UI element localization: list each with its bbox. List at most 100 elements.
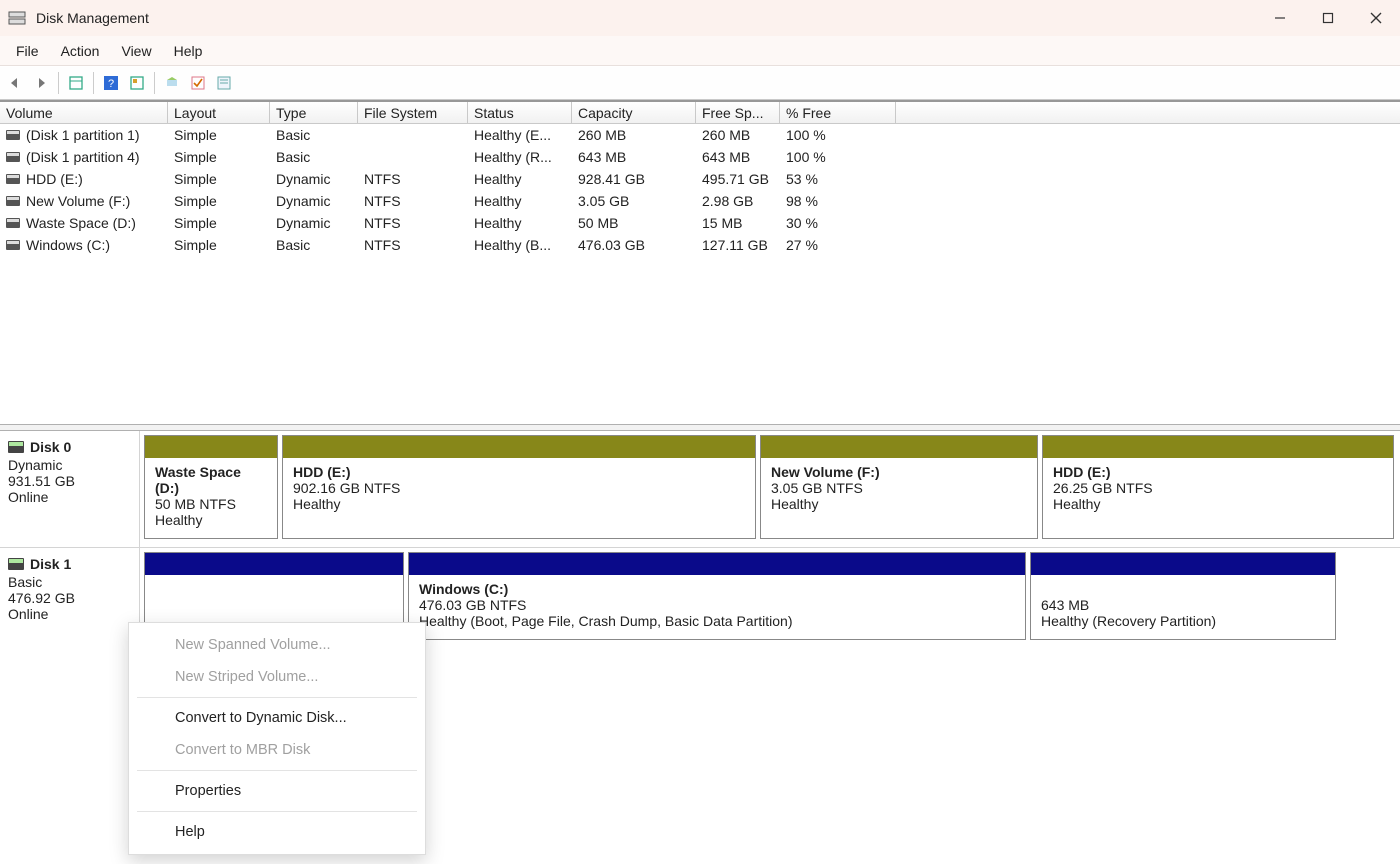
cell-capacity: 643 MB bbox=[572, 149, 696, 165]
partition-color-bar bbox=[283, 436, 755, 458]
partition-name: New Volume (F:) bbox=[771, 464, 1027, 480]
show-hide-tree-button[interactable] bbox=[65, 72, 87, 94]
cell-layout: Simple bbox=[168, 149, 270, 165]
ctx-help[interactable]: Help bbox=[129, 816, 425, 848]
context-menu: New Spanned Volume... New Striped Volume… bbox=[128, 622, 426, 855]
svg-text:?: ? bbox=[108, 78, 114, 90]
col-type[interactable]: Type bbox=[270, 102, 358, 123]
ctx-separator bbox=[137, 770, 417, 771]
partition-status: Healthy (Boot, Page File, Crash Dump, Ba… bbox=[419, 613, 1015, 629]
cell-type: Dynamic bbox=[270, 171, 358, 187]
volume-row[interactable]: Waste Space (D:)SimpleDynamicNTFSHealthy… bbox=[0, 212, 1400, 234]
partition-color-bar bbox=[145, 436, 277, 458]
disk-name: Disk 1 bbox=[30, 556, 71, 572]
partition-size: 26.25 GB NTFS bbox=[1053, 480, 1383, 496]
cell-status: Healthy (E... bbox=[468, 127, 572, 143]
refresh-toolbar-button[interactable] bbox=[161, 72, 183, 94]
partition-size: 476.03 GB NTFS bbox=[419, 597, 1015, 613]
cell-capacity: 476.03 GB bbox=[572, 237, 696, 253]
cell-type: Dynamic bbox=[270, 193, 358, 209]
settings-toolbar-button[interactable] bbox=[126, 72, 148, 94]
disk-type: Basic bbox=[8, 574, 133, 590]
ctx-new-striped: New Striped Volume... bbox=[129, 661, 425, 693]
forward-button[interactable] bbox=[30, 72, 52, 94]
close-button[interactable] bbox=[1352, 0, 1400, 36]
col-pctfree[interactable]: % Free bbox=[780, 102, 896, 123]
disk-info[interactable]: Disk 1Basic476.92 GBOnline bbox=[0, 548, 140, 648]
partition-name: HDD (E:) bbox=[293, 464, 745, 480]
menu-view[interactable]: View bbox=[111, 39, 161, 63]
ctx-properties[interactable]: Properties bbox=[129, 775, 425, 807]
cell-free: 643 MB bbox=[696, 149, 780, 165]
col-layout[interactable]: Layout bbox=[168, 102, 270, 123]
cell-status: Healthy (B... bbox=[468, 237, 572, 253]
cell-status: Healthy (R... bbox=[468, 149, 572, 165]
partition[interactable]: Windows (C:)476.03 GB NTFSHealthy (Boot,… bbox=[408, 552, 1026, 640]
partition-status: Healthy bbox=[1053, 496, 1383, 512]
volume-name: HDD (E:) bbox=[26, 171, 83, 187]
volume-icon bbox=[6, 240, 20, 250]
col-freespace[interactable]: Free Sp... bbox=[696, 102, 780, 123]
partition-name: Windows (C:) bbox=[419, 581, 1015, 597]
col-capacity[interactable]: Capacity bbox=[572, 102, 696, 123]
rescan-toolbar-button[interactable] bbox=[187, 72, 209, 94]
cell-fs: NTFS bbox=[358, 215, 468, 231]
cell-layout: Simple bbox=[168, 237, 270, 253]
menu-file[interactable]: File bbox=[6, 39, 49, 63]
titlebar: Disk Management bbox=[0, 0, 1400, 36]
partition-status: Healthy bbox=[293, 496, 745, 512]
partition-container: Waste Space (D:)50 MB NTFSHealthyHDD (E:… bbox=[140, 431, 1400, 547]
properties-toolbar-button[interactable] bbox=[213, 72, 235, 94]
volume-icon bbox=[6, 130, 20, 140]
maximize-button[interactable] bbox=[1304, 0, 1352, 36]
minimize-button[interactable] bbox=[1256, 0, 1304, 36]
partition[interactable]: New Volume (F:)3.05 GB NTFSHealthy bbox=[760, 435, 1038, 539]
volume-name: Waste Space (D:) bbox=[26, 215, 136, 231]
cell-pctfree: 53 % bbox=[780, 171, 896, 187]
back-button[interactable] bbox=[4, 72, 26, 94]
splitter[interactable] bbox=[0, 424, 1400, 431]
disk-size: 931.51 GB bbox=[8, 473, 133, 489]
partition-status: Healthy bbox=[155, 512, 267, 528]
col-filesystem[interactable]: File System bbox=[358, 102, 468, 123]
col-volume[interactable]: Volume bbox=[0, 102, 168, 123]
partition-name: HDD (E:) bbox=[1053, 464, 1383, 480]
volume-table-body: (Disk 1 partition 1)SimpleBasicHealthy (… bbox=[0, 124, 1400, 424]
partition[interactable]: HDD (E:)902.16 GB NTFSHealthy bbox=[282, 435, 756, 539]
volume-icon bbox=[6, 152, 20, 162]
volume-row[interactable]: Windows (C:)SimpleBasicNTFSHealthy (B...… bbox=[0, 234, 1400, 256]
menubar: File Action View Help bbox=[0, 36, 1400, 66]
col-status[interactable]: Status bbox=[468, 102, 572, 123]
volume-icon bbox=[6, 174, 20, 184]
cell-fs: NTFS bbox=[358, 237, 468, 253]
cell-free: 2.98 GB bbox=[696, 193, 780, 209]
cell-pctfree: 27 % bbox=[780, 237, 896, 253]
col-spacer bbox=[896, 102, 1400, 123]
partition[interactable]: HDD (E:)26.25 GB NTFSHealthy bbox=[1042, 435, 1394, 539]
disk-info[interactable]: Disk 0Dynamic931.51 GBOnline bbox=[0, 431, 140, 547]
volume-icon bbox=[6, 218, 20, 228]
cell-free: 495.71 GB bbox=[696, 171, 780, 187]
partition-size: 643 MB bbox=[1041, 597, 1325, 613]
volume-icon bbox=[6, 196, 20, 206]
ctx-convert-dynamic[interactable]: Convert to Dynamic Disk... bbox=[129, 702, 425, 734]
help-toolbar-button[interactable]: ? bbox=[100, 72, 122, 94]
menu-help[interactable]: Help bbox=[164, 39, 213, 63]
volume-row[interactable]: (Disk 1 partition 4)SimpleBasicHealthy (… bbox=[0, 146, 1400, 168]
partition[interactable]: 643 MBHealthy (Recovery Partition) bbox=[1030, 552, 1336, 640]
volume-row[interactable]: HDD (E:)SimpleDynamicNTFSHealthy928.41 G… bbox=[0, 168, 1400, 190]
partition-size: 3.05 GB NTFS bbox=[771, 480, 1027, 496]
disk-name: Disk 0 bbox=[30, 439, 71, 455]
cell-pctfree: 98 % bbox=[780, 193, 896, 209]
disk-state: Online bbox=[8, 606, 133, 622]
disk-icon bbox=[8, 441, 24, 453]
cell-pctfree: 30 % bbox=[780, 215, 896, 231]
cell-type: Dynamic bbox=[270, 215, 358, 231]
volume-row[interactable]: (Disk 1 partition 1)SimpleBasicHealthy (… bbox=[0, 124, 1400, 146]
cell-free: 15 MB bbox=[696, 215, 780, 231]
cell-fs: NTFS bbox=[358, 193, 468, 209]
cell-capacity: 928.41 GB bbox=[572, 171, 696, 187]
menu-action[interactable]: Action bbox=[51, 39, 110, 63]
partition[interactable]: Waste Space (D:)50 MB NTFSHealthy bbox=[144, 435, 278, 539]
volume-row[interactable]: New Volume (F:)SimpleDynamicNTFSHealthy3… bbox=[0, 190, 1400, 212]
